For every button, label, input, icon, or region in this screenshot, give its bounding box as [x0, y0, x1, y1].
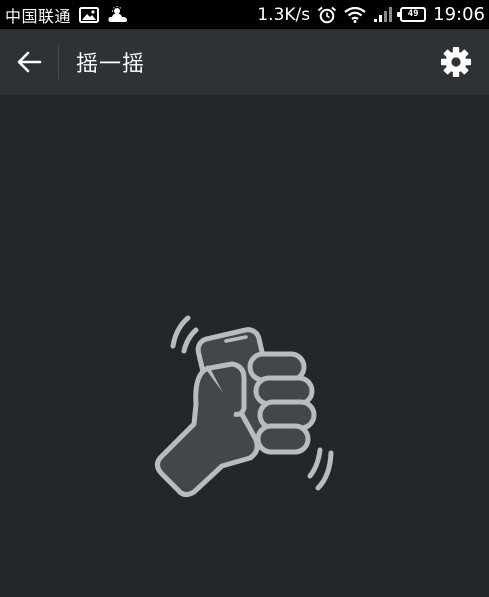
image-notification-icon: [79, 6, 100, 23]
back-button[interactable]: [0, 29, 58, 95]
header-bar: 摇一摇: [0, 29, 489, 95]
signal-icon: [373, 6, 393, 23]
header-divider: [58, 45, 59, 79]
alarm-clock-icon: [317, 6, 337, 24]
settings-button[interactable]: [423, 29, 489, 95]
weather-cloud-icon: [107, 5, 131, 24]
network-speed: 1.3K/s: [257, 4, 311, 25]
status-right-group: 1.3K/s 49 19:06: [257, 4, 485, 25]
battery-icon: 49: [397, 7, 427, 22]
page-title: 摇一摇: [76, 52, 146, 77]
status-bar: 中国联通 1.3K/s 49 19:06: [0, 0, 489, 29]
wifi-icon: [344, 6, 366, 23]
status-time: 19:06: [433, 4, 485, 25]
hand-shaking-phone-icon: [154, 315, 334, 498]
gear-icon: [441, 47, 471, 77]
status-left-group: 中国联通: [5, 3, 131, 27]
battery-level: 49: [407, 9, 419, 19]
arrow-left-icon: [17, 51, 42, 73]
carrier-name: 中国联通: [5, 6, 72, 26]
